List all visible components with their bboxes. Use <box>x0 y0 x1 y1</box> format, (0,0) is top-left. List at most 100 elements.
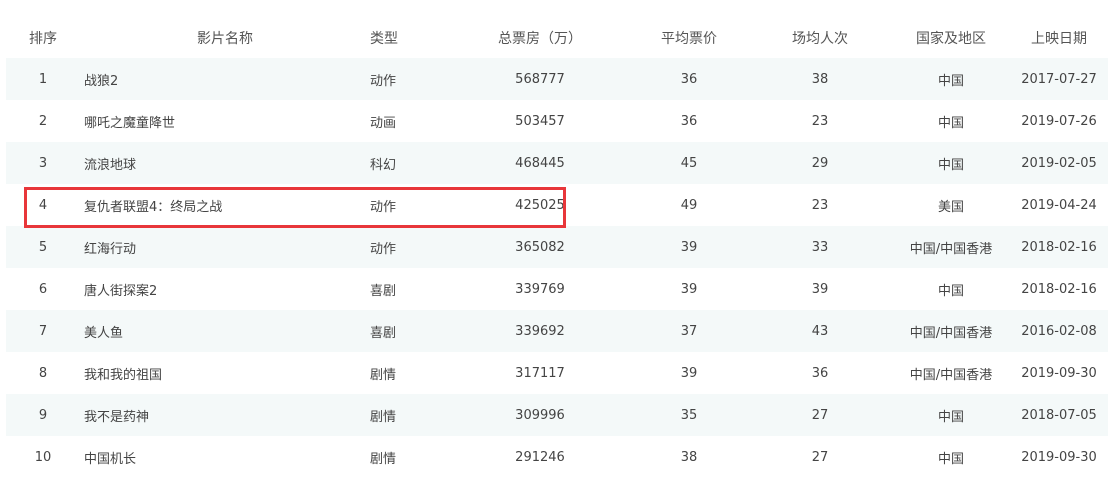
table-row: 6 唐人街探案2 喜剧 339769 39 39 中国 2018-02-16 <box>6 268 1108 310</box>
cell-release-date: 2019-09-30 <box>1010 352 1108 394</box>
table-row: 7 美人鱼 喜剧 339692 37 43 中国/中国香港 2016-02-08 <box>6 310 1108 352</box>
cell-total-box-office: 503457 <box>450 100 630 142</box>
cell-region: 中国 <box>892 142 1010 184</box>
cell-type: 动作 <box>370 226 450 268</box>
cell-title: 我和我的祖国 <box>80 352 370 394</box>
cell-type: 喜剧 <box>370 268 450 310</box>
table-row: 5 红海行动 动作 365082 39 33 中国/中国香港 2018-02-1… <box>6 226 1108 268</box>
cell-total-box-office: 291246 <box>450 436 630 478</box>
cell-type: 剧情 <box>370 352 450 394</box>
cell-title: 哪吒之魔童降世 <box>80 100 370 142</box>
table-row: 10 中国机长 剧情 291246 38 27 中国 2019-09-30 <box>6 436 1108 478</box>
cell-region: 中国/中国香港 <box>892 310 1010 352</box>
cell-rank: 10 <box>6 436 80 478</box>
cell-type: 动画 <box>370 100 450 142</box>
header-release-date[interactable]: 上映日期 <box>1010 18 1108 58</box>
cell-title: 红海行动 <box>80 226 370 268</box>
cell-avg-price: 35 <box>630 394 748 436</box>
cell-rank: 6 <box>6 268 80 310</box>
cell-avg-attendance: 29 <box>748 142 892 184</box>
cell-title: 复仇者联盟4：终局之战 <box>80 184 370 226</box>
cell-release-date: 2016-02-08 <box>1010 310 1108 352</box>
header-total-box-office[interactable]: 总票房（万） <box>450 18 630 58</box>
cell-avg-attendance: 23 <box>748 100 892 142</box>
cell-avg-attendance: 27 <box>748 394 892 436</box>
cell-release-date: 2018-02-16 <box>1010 226 1108 268</box>
cell-type: 动作 <box>370 58 450 100</box>
cell-total-box-office: 339692 <box>450 310 630 352</box>
cell-total-box-office: 317117 <box>450 352 630 394</box>
cell-total-box-office: 425025 <box>450 184 630 226</box>
cell-region: 中国 <box>892 58 1010 100</box>
table-row-highlighted: 4 复仇者联盟4：终局之战 动作 425025 49 23 美国 2019-04… <box>6 184 1108 226</box>
table-row: 1 战狼2 动作 568777 36 38 中国 2017-07-27 <box>6 58 1108 100</box>
cell-avg-attendance: 36 <box>748 352 892 394</box>
cell-title: 中国机长 <box>80 436 370 478</box>
cell-total-box-office: 468445 <box>450 142 630 184</box>
cell-rank: 3 <box>6 142 80 184</box>
cell-avg-price: 39 <box>630 268 748 310</box>
header-rank[interactable]: 排序 <box>6 18 80 58</box>
cell-total-box-office: 568777 <box>450 58 630 100</box>
cell-title: 流浪地球 <box>80 142 370 184</box>
cell-title: 我不是药神 <box>80 394 370 436</box>
cell-release-date: 2019-02-05 <box>1010 142 1108 184</box>
cell-rank: 7 <box>6 310 80 352</box>
header-type[interactable]: 类型 <box>370 18 450 58</box>
cell-region: 中国 <box>892 100 1010 142</box>
cell-avg-price: 49 <box>630 184 748 226</box>
table-header-row: 排序 影片名称 类型 总票房（万） 平均票价 场均人次 国家及地区 上映日期 <box>6 18 1108 58</box>
cell-rank: 1 <box>6 58 80 100</box>
cell-release-date: 2019-09-30 <box>1010 436 1108 478</box>
cell-avg-price: 45 <box>630 142 748 184</box>
header-region[interactable]: 国家及地区 <box>892 18 1010 58</box>
cell-region: 中国/中国香港 <box>892 226 1010 268</box>
cell-region: 中国/中国香港 <box>892 352 1010 394</box>
cell-release-date: 2019-04-24 <box>1010 184 1108 226</box>
cell-type: 动作 <box>370 184 450 226</box>
table-row: 3 流浪地球 科幻 468445 45 29 中国 2019-02-05 <box>6 142 1108 184</box>
cell-avg-price: 38 <box>630 436 748 478</box>
box-office-table: 排序 影片名称 类型 总票房（万） 平均票价 场均人次 国家及地区 上映日期 1… <box>6 18 1108 478</box>
cell-avg-attendance: 23 <box>748 184 892 226</box>
cell-avg-price: 39 <box>630 352 748 394</box>
cell-release-date: 2019-07-26 <box>1010 100 1108 142</box>
cell-avg-attendance: 27 <box>748 436 892 478</box>
cell-release-date: 2018-07-05 <box>1010 394 1108 436</box>
cell-type: 剧情 <box>370 436 450 478</box>
cell-release-date: 2018-02-16 <box>1010 268 1108 310</box>
cell-type: 科幻 <box>370 142 450 184</box>
header-avg-attendance[interactable]: 场均人次 <box>748 18 892 58</box>
cell-rank: 2 <box>6 100 80 142</box>
cell-rank: 9 <box>6 394 80 436</box>
cell-rank: 4 <box>6 184 80 226</box>
cell-rank: 5 <box>6 226 80 268</box>
cell-total-box-office: 339769 <box>450 268 630 310</box>
cell-avg-attendance: 43 <box>748 310 892 352</box>
cell-type: 喜剧 <box>370 310 450 352</box>
cell-avg-attendance: 38 <box>748 58 892 100</box>
header-title[interactable]: 影片名称 <box>80 18 370 58</box>
cell-avg-price: 36 <box>630 100 748 142</box>
cell-avg-price: 39 <box>630 226 748 268</box>
cell-title: 美人鱼 <box>80 310 370 352</box>
table-row: 9 我不是药神 剧情 309996 35 27 中国 2018-07-05 <box>6 394 1108 436</box>
table-row: 8 我和我的祖国 剧情 317117 39 36 中国/中国香港 2019-09… <box>6 352 1108 394</box>
cell-avg-price: 36 <box>630 58 748 100</box>
cell-title: 战狼2 <box>80 58 370 100</box>
cell-region: 美国 <box>892 184 1010 226</box>
cell-region: 中国 <box>892 268 1010 310</box>
cell-title: 唐人街探案2 <box>80 268 370 310</box>
cell-total-box-office: 365082 <box>450 226 630 268</box>
cell-total-box-office: 309996 <box>450 394 630 436</box>
cell-release-date: 2017-07-27 <box>1010 58 1108 100</box>
cell-rank: 8 <box>6 352 80 394</box>
page: 排序 影片名称 类型 总票房（万） 平均票价 场均人次 国家及地区 上映日期 1… <box>0 0 1114 486</box>
header-avg-price[interactable]: 平均票价 <box>630 18 748 58</box>
cell-region: 中国 <box>892 436 1010 478</box>
cell-region: 中国 <box>892 394 1010 436</box>
cell-avg-price: 37 <box>630 310 748 352</box>
cell-avg-attendance: 39 <box>748 268 892 310</box>
cell-avg-attendance: 33 <box>748 226 892 268</box>
table-row: 2 哪吒之魔童降世 动画 503457 36 23 中国 2019-07-26 <box>6 100 1108 142</box>
